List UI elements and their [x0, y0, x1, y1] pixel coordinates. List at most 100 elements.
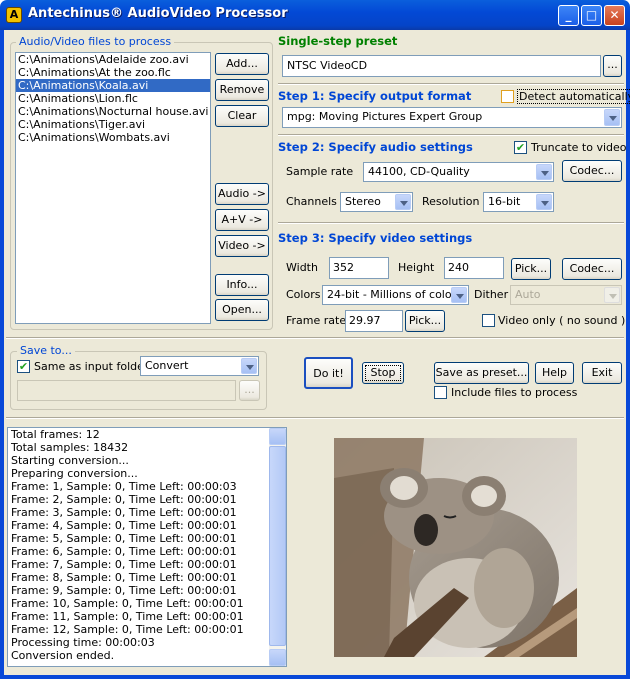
height-value: 240 — [448, 261, 469, 274]
detect-auto-checkbox[interactable] — [501, 90, 514, 103]
window-frame-left — [0, 30, 4, 679]
log-line: Starting conversion... — [11, 454, 129, 467]
file-list-item[interactable]: C:\Animations\At the zoo.flc — [16, 66, 210, 79]
separator — [278, 134, 624, 136]
colors-label: Colors — [286, 288, 321, 301]
help-button[interactable]: Help — [535, 362, 574, 384]
exit-button[interactable]: Exit — [582, 362, 622, 384]
framerate-input[interactable]: 29.97 — [345, 310, 403, 332]
chevron-down-icon[interactable] — [536, 164, 552, 180]
save-preset-button[interactable]: Save as preset... — [434, 362, 529, 384]
log-line: Frame: 9, Sample: 0, Time Left: 00:00:01 — [11, 584, 237, 597]
log-line: Preparing conversion... — [11, 467, 138, 480]
chevron-down-icon[interactable] — [536, 194, 552, 210]
log-area[interactable]: Total frames: 12 Total samples: 18432 Star… — [7, 427, 287, 667]
save-group-label: Save to... — [17, 344, 75, 357]
chevron-down-icon — [604, 287, 620, 303]
log-line: Frame: 11, Sample: 0, Time Left: 00:00:0… — [11, 610, 244, 623]
separator — [278, 83, 624, 85]
info-button[interactable]: Info... — [215, 274, 269, 296]
log-line: Total frames: 12 — [11, 428, 100, 441]
audio-button[interactable]: Audio -> — [215, 183, 269, 205]
sample-rate-select[interactable]: 44100, CD-Quality — [363, 162, 554, 182]
file-list-item[interactable]: C:\Animations\Lion.flc — [16, 92, 210, 105]
remove-button[interactable]: Remove — [215, 79, 269, 101]
log-line: Processing time: 00:00:03 — [11, 636, 155, 649]
sample-rate-value: 44100, CD-Quality — [368, 165, 470, 178]
pick-size-button[interactable]: Pick... — [511, 258, 551, 280]
add-button[interactable]: Add... — [215, 53, 269, 75]
chevron-down-icon[interactable] — [604, 109, 620, 126]
include-files-checkbox[interactable] — [434, 386, 447, 399]
height-label: Height — [398, 261, 435, 274]
height-input[interactable]: 240 — [444, 257, 504, 279]
video-only-label: Video only ( no sound ) — [498, 314, 626, 327]
dither-value: Auto — [515, 288, 541, 301]
scroll-up-icon[interactable] — [269, 428, 286, 445]
file-list-item[interactable]: C:\Animations\Koala.avi — [16, 79, 210, 92]
same-folder-checkbox[interactable]: ✔ — [17, 360, 30, 373]
video-codec-button[interactable]: Codec... — [562, 258, 622, 280]
save-path-input — [17, 380, 236, 401]
do-it-button[interactable]: Do it! — [304, 357, 353, 389]
separator — [6, 417, 624, 419]
chevron-down-icon[interactable] — [241, 358, 257, 374]
audio-codec-button[interactable]: Codec... — [562, 160, 622, 182]
log-lines: Total frames: 12 Total samples: 18432 Star… — [8, 428, 286, 662]
file-list-item[interactable]: C:\Animations\Adelaide zoo.avi — [16, 53, 210, 66]
sample-rate-label: Sample rate — [286, 165, 354, 178]
resolution-value: 16-bit — [488, 195, 521, 208]
chevron-down-icon[interactable] — [451, 287, 467, 303]
open-button[interactable]: Open... — [215, 299, 269, 321]
folder-name-value: Convert — [145, 359, 189, 372]
resolution-select[interactable]: 16-bit — [483, 192, 554, 212]
format-select[interactable]: mpg: Moving Pictures Expert Group — [282, 107, 622, 128]
app-logo-icon[interactable]: A — [6, 7, 22, 23]
window-frame-bottom — [0, 675, 630, 679]
stop-button[interactable]: Stop — [362, 362, 404, 384]
channels-select[interactable]: Stereo — [340, 192, 413, 212]
format-value: mpg: Moving Pictures Expert Group — [287, 110, 483, 123]
window-frame-right — [626, 30, 630, 679]
folder-name-select[interactable]: Convert — [140, 356, 259, 376]
width-input[interactable]: 352 — [329, 257, 389, 279]
step3-header: Step 3: Specify video settings — [278, 231, 473, 245]
include-files-label: Include files to process — [451, 386, 578, 399]
log-line: Frame: 10, Sample: 0, Time Left: 00:00:0… — [11, 597, 244, 610]
minimize-icon[interactable]: _ — [558, 5, 579, 26]
log-line: Frame: 12, Sample: 0, Time Left: 00:00:0… — [11, 623, 244, 636]
close-icon[interactable]: ✕ — [604, 5, 625, 26]
av-button[interactable]: A+V -> — [215, 209, 269, 231]
file-list-item[interactable]: C:\Animations\Tiger.avi — [16, 118, 210, 131]
preset-browse-button[interactable]: ... — [603, 55, 622, 77]
same-folder-label: Same as input folder — [34, 360, 149, 373]
file-list[interactable]: C:\Animations\Adelaide zoo.avi C:\Animati… — [15, 52, 211, 324]
preset-header: Single-step preset — [278, 34, 398, 48]
dither-label: Dither — [474, 288, 509, 301]
video-only-checkbox[interactable] — [482, 314, 495, 327]
log-line: Conversion ended. — [11, 649, 115, 662]
separator — [6, 337, 624, 339]
chevron-down-icon[interactable] — [395, 194, 411, 210]
log-line: Total samples: 18432 — [11, 441, 129, 454]
step2-header: Step 2: Specify audio settings — [278, 140, 473, 154]
detect-auto-label[interactable]: Detect automatically — [517, 89, 630, 104]
file-list-item[interactable]: C:\Animations\Wombats.avi — [16, 131, 210, 144]
pick-framerate-button[interactable]: Pick... — [405, 310, 445, 332]
width-label: Width — [286, 261, 318, 274]
scroll-down-icon[interactable] — [269, 649, 286, 666]
truncate-checkbox[interactable]: ✔ — [514, 141, 527, 154]
video-preview-image — [334, 438, 577, 657]
scroll-thumb[interactable] — [269, 446, 286, 646]
colors-value: 24-bit - Millions of colors — [327, 288, 462, 301]
preset-field[interactable]: NTSC VideoCD — [282, 55, 601, 77]
colors-select[interactable]: 24-bit - Millions of colors — [322, 285, 469, 305]
log-scrollbar[interactable] — [269, 428, 286, 666]
file-list-item[interactable]: C:\Animations\Nocturnal house.avi — [16, 105, 210, 118]
video-button[interactable]: Video -> — [215, 235, 269, 257]
files-group-label: Audio/Video files to process — [16, 35, 175, 48]
maximize-icon[interactable]: □ — [581, 5, 602, 26]
log-line: Frame: 3, Sample: 0, Time Left: 00:00:01 — [11, 506, 237, 519]
clear-button[interactable]: Clear — [215, 105, 269, 127]
log-line: Frame: 5, Sample: 0, Time Left: 00:00:01 — [11, 532, 237, 545]
